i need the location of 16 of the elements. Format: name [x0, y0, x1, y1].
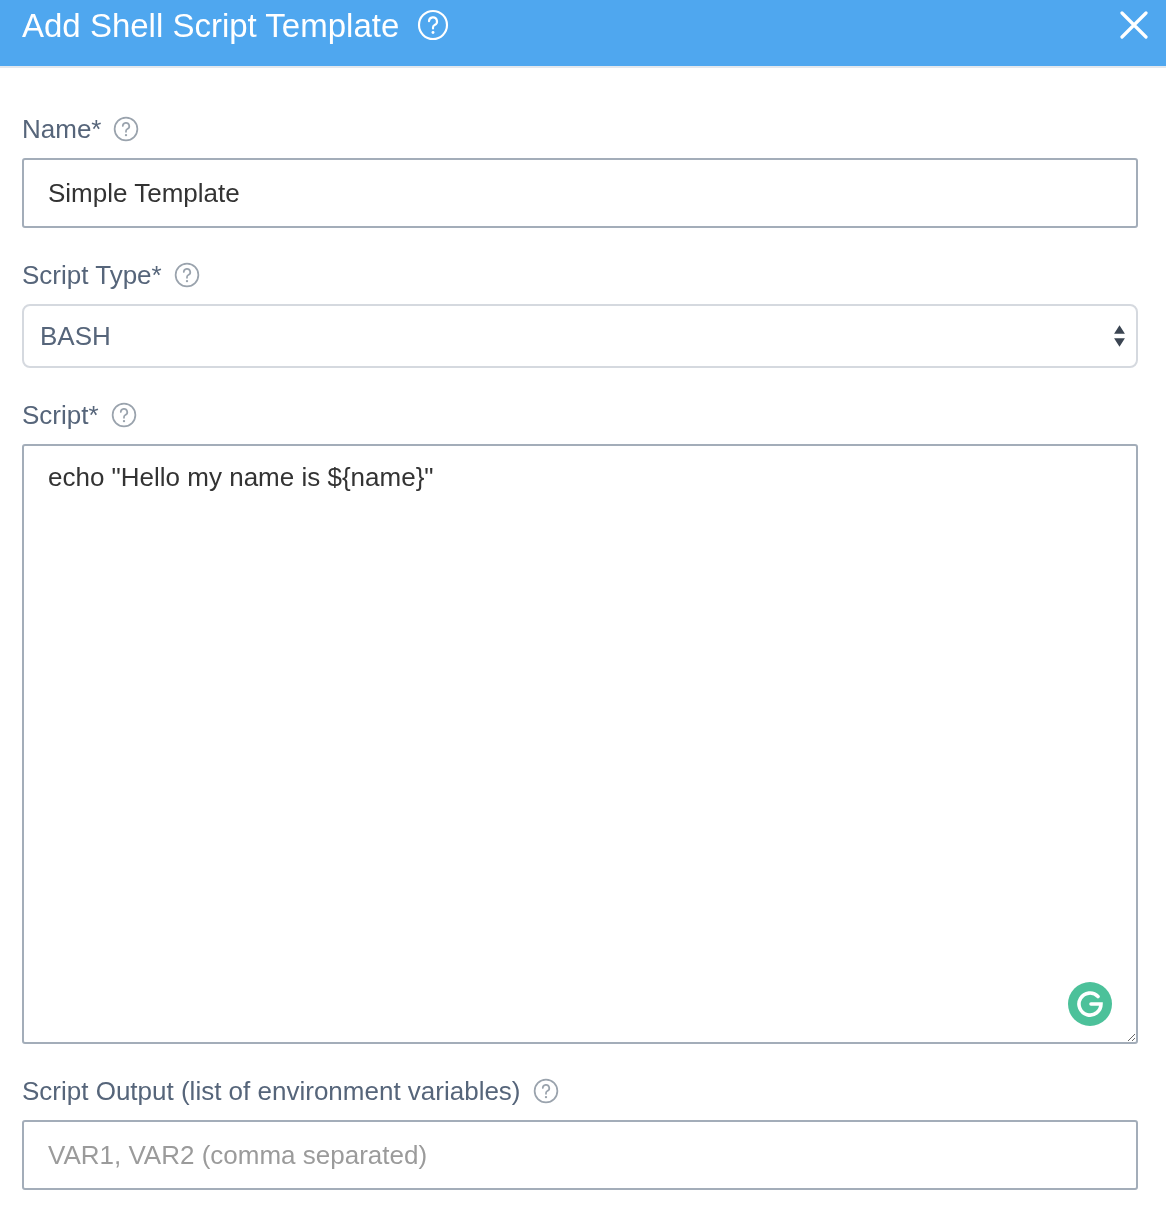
close-icon[interactable]	[1120, 11, 1148, 39]
help-icon[interactable]	[173, 262, 200, 288]
dropdown[interactable]: BASH	[22, 304, 1138, 368]
assistant-icon[interactable]	[1068, 982, 1112, 1026]
help-icon[interactable]	[532, 1078, 559, 1104]
field-label: Script*	[22, 399, 99, 431]
sort-arrows-icon	[1113, 324, 1126, 348]
dialog-title: Add Shell Script Template	[22, 7, 400, 45]
field-label: Name*	[22, 113, 102, 145]
input-field[interactable]: Simple Template	[22, 158, 1138, 228]
input-field[interactable]: VAR1, VAR2 (comma separated)	[22, 1120, 1138, 1190]
field-label: Script Type*	[22, 259, 162, 291]
help-icon[interactable]	[113, 116, 140, 142]
help-icon[interactable]	[110, 402, 137, 428]
field-label: Script Output (list of environment variables)	[22, 1075, 521, 1107]
script-editor[interactable]: echo "Hello my name is ${name}"	[22, 444, 1138, 1044]
